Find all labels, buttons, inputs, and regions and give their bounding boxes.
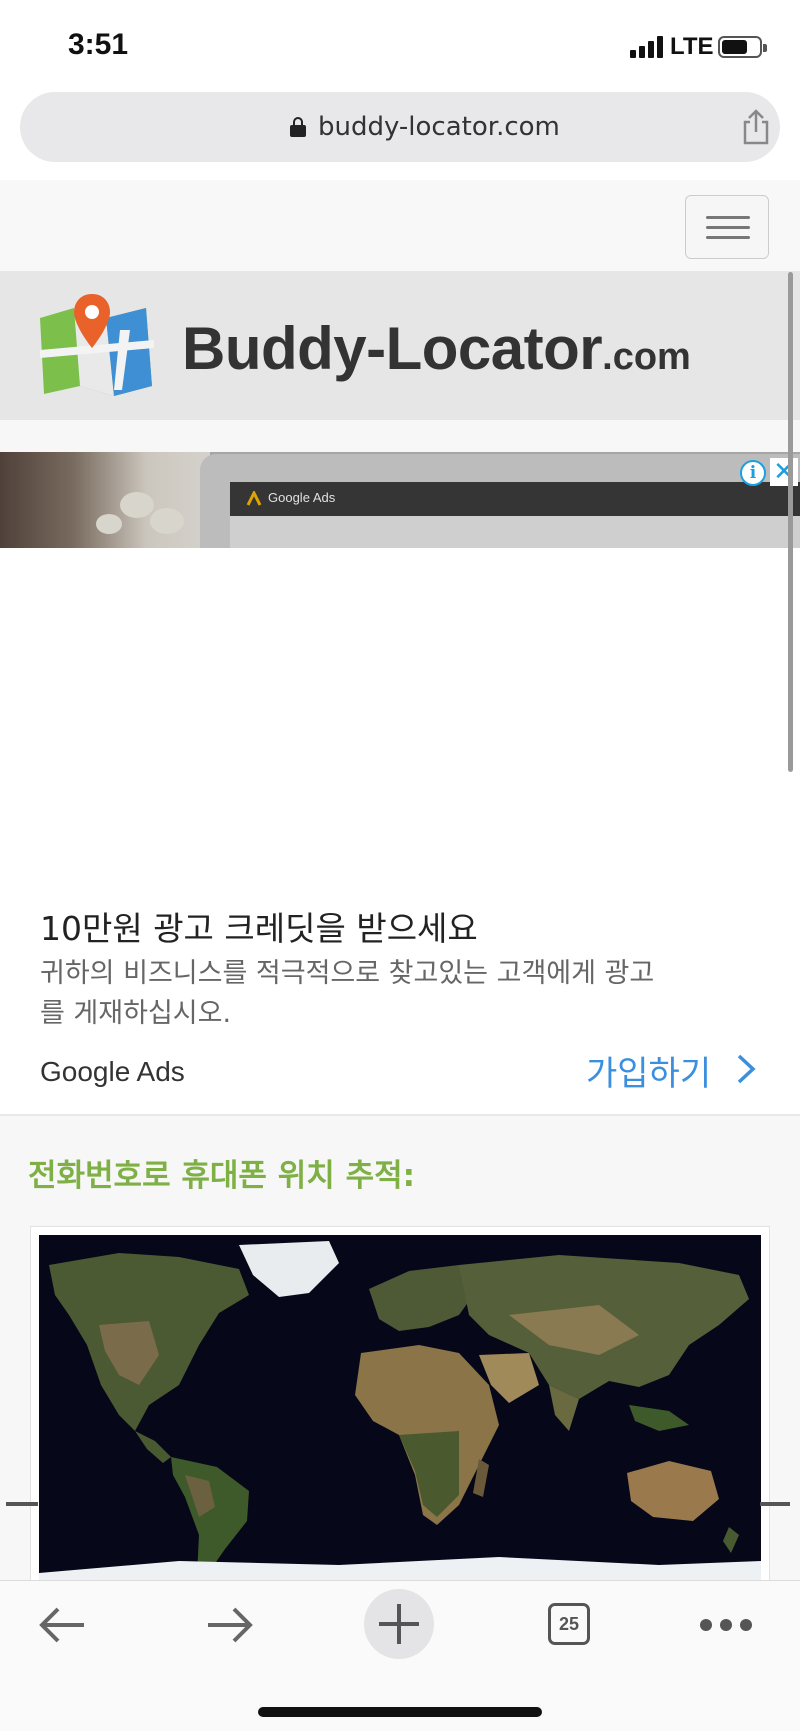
map-pin-logo-icon [40, 294, 154, 396]
web-page: Buddy-Locator.com Google Ads i ✕ 10만원 광고… [0, 180, 800, 1580]
ad-signup-button[interactable]: 가입하기 [586, 1046, 711, 1095]
lock-icon [290, 117, 306, 137]
battery-icon [718, 36, 767, 58]
page-scrollbar[interactable] [788, 272, 793, 772]
site-banner[interactable]: Buddy-Locator.com [0, 272, 800, 420]
share-icon[interactable] [738, 108, 774, 146]
signal-strength-icon [630, 36, 666, 58]
url-text[interactable]: buddy-locator.com [318, 112, 560, 142]
network-type: LTE [670, 33, 714, 60]
ad-image[interactable]: Google Ads [0, 452, 800, 548]
ad-advertiser: Google Ads [40, 1056, 185, 1087]
tabs-icon[interactable]: 25 [548, 1603, 590, 1645]
section-heading: 전화번호로 휴대폰 위치 추적: [28, 1158, 416, 1194]
more-icon[interactable] [700, 1619, 752, 1631]
site-logo-text: Buddy-Locator.com [182, 314, 691, 383]
site-navbar [0, 180, 800, 272]
logo-tld: .com [602, 336, 691, 378]
status-bar: 3:51 LTE [0, 0, 800, 90]
home-indicator[interactable] [258, 1707, 542, 1717]
ad-close-icon[interactable]: ✕ [770, 458, 798, 486]
back-arrow-icon[interactable] [36, 1605, 88, 1645]
ad-headline[interactable]: 10만원 광고 크레딧을 받으세요 [40, 902, 478, 950]
status-time: 3:51 [68, 28, 129, 61]
forward-arrow-icon[interactable] [204, 1605, 256, 1645]
world-map-frame [30, 1226, 770, 1580]
divider-line-right [760, 1502, 790, 1506]
hamburger-menu-button[interactable] [685, 195, 769, 259]
logo-name: Buddy-Locator [182, 315, 603, 382]
divider-line-left [6, 1502, 38, 1506]
new-tab-button[interactable] [364, 1589, 434, 1659]
chevron-right-icon[interactable] [734, 1052, 758, 1086]
ad-info-icon[interactable]: i [740, 460, 766, 486]
plus-icon [379, 1604, 419, 1644]
world-map-image [39, 1235, 761, 1580]
ad-description: 귀하의 비즈니스를 적극적으로 찾고있는 고객에게 광고를 게재하십시오. [40, 958, 655, 1029]
address-bar[interactable]: buddy-locator.com [20, 92, 780, 162]
